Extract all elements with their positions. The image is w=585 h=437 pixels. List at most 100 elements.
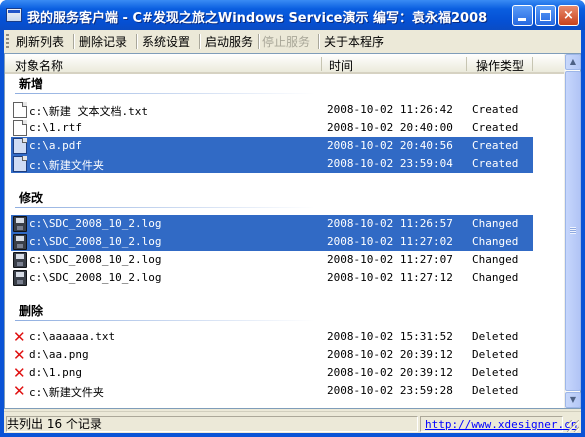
- list-body: 新增 c:\新建 文本文档.txt 2008-10-02 11:26:42 Cr…: [5, 74, 564, 408]
- item-time: 2008-10-02 23:59:28: [327, 384, 453, 397]
- item-name: c:\aaaaaa.txt: [29, 330, 116, 343]
- list-item[interactable]: ✕ d:\aa.png 2008-10-02 20:39:12 Deleted: [11, 346, 533, 364]
- item-name: c:\新建文件夹: [29, 159, 104, 172]
- list-header: 对象名称 时间 操作类型: [5, 54, 564, 74]
- client-area: 刷新列表 删除记录 系统设置 启动服务 停止服务 关于本程序 对象名称 时间 操…: [4, 30, 581, 433]
- system-settings-button[interactable]: 系统设置: [142, 34, 190, 50]
- floppy-disk-icon: [13, 234, 27, 250]
- item-type: Changed: [472, 235, 519, 248]
- list-item-selected[interactable]: c:\新建文件夹 2008-10-02 23:59:04 Created: [11, 155, 533, 173]
- vertical-scrollbar[interactable]: ▲ ▼: [564, 54, 581, 408]
- item-time: 2008-10-02 11:27:12: [327, 271, 453, 284]
- item-name: c:\1.rtf: [29, 121, 82, 134]
- group-divider: [15, 320, 315, 321]
- column-header-time[interactable]: 时间: [329, 57, 353, 74]
- column-divider[interactable]: [321, 57, 322, 71]
- record-list-view[interactable]: 对象名称 时间 操作类型 新增 c:\新建 文本文档.txt 2008-10-0…: [4, 53, 581, 409]
- floppy-disk-icon: [13, 252, 27, 268]
- list-item[interactable]: c:\SDC_2008_10_2.log 2008-10-02 11:27:12…: [11, 269, 533, 287]
- scroll-up-button[interactable]: ▲: [565, 54, 581, 70]
- refresh-list-button[interactable]: 刷新列表: [16, 34, 64, 50]
- column-divider[interactable]: [532, 57, 533, 71]
- item-type: Deleted: [472, 384, 519, 397]
- minimize-button[interactable]: [512, 5, 533, 26]
- column-divider[interactable]: [466, 57, 467, 71]
- item-time: 2008-10-02 20:39:12: [327, 366, 453, 379]
- document-icon: [13, 120, 27, 136]
- maximize-icon: [540, 10, 551, 21]
- document-icon: [13, 138, 27, 154]
- scroll-down-button[interactable]: ▼: [565, 392, 581, 408]
- scroll-thumb[interactable]: [565, 71, 581, 391]
- list-item[interactable]: c:\1.rtf 2008-10-02 20:40:00 Created: [11, 119, 533, 137]
- toolbar-separator: [318, 34, 320, 49]
- item-name: c:\SDC_2008_10_2.log: [29, 271, 162, 284]
- record-count-status: 共列出 16 个记录: [6, 416, 418, 432]
- item-name: c:\新建 文本文档.txt: [29, 105, 148, 118]
- window-title: 我的服务客户端 - C#发现之旅之Windows Service演示 编写：袁永…: [27, 11, 488, 26]
- delete-x-icon: ✕: [13, 328, 26, 346]
- toolbar-separator: [136, 34, 138, 49]
- status-bar: 共列出 16 个记录 http://www.xdesigner.cn: [4, 411, 581, 433]
- group-divider: [15, 207, 315, 208]
- list-item[interactable]: ✕ d:\1.png 2008-10-02 20:39:12 Deleted: [11, 364, 533, 382]
- group-header-changed[interactable]: 修改: [19, 189, 43, 206]
- item-time: 2008-10-02 20:39:12: [327, 348, 453, 361]
- app-window-icon[interactable]: [6, 8, 22, 22]
- item-type: Deleted: [472, 330, 519, 343]
- item-name: c:\SDC_2008_10_2.log: [29, 235, 162, 248]
- item-name: c:\SDC_2008_10_2.log: [29, 253, 162, 266]
- floppy-disk-icon: [13, 216, 27, 232]
- group-header-created[interactable]: 新增: [19, 75, 43, 92]
- item-type: Created: [472, 139, 519, 152]
- item-time: 2008-10-02 11:27:07: [327, 253, 453, 266]
- list-item[interactable]: c:\新建 文本文档.txt 2008-10-02 11:26:42 Creat…: [11, 101, 533, 119]
- item-type: Created: [472, 157, 519, 170]
- resize-grip[interactable]: [567, 420, 579, 432]
- toolbar-separator: [73, 34, 75, 49]
- item-type: Created: [472, 121, 519, 134]
- status-link-panel: http://www.xdesigner.cn: [420, 416, 577, 432]
- title-bar[interactable]: 我的服务客户端 - C#发现之旅之Windows Service演示 编写：袁永…: [0, 0, 585, 30]
- item-type: Changed: [472, 217, 519, 230]
- toolbar-separator: [199, 34, 201, 49]
- close-icon: ×: [563, 8, 574, 23]
- delete-records-button[interactable]: 删除记录: [79, 34, 127, 50]
- app-window: 我的服务客户端 - C#发现之旅之Windows Service演示 编写：袁永…: [0, 0, 585, 437]
- item-name: c:\新建文件夹: [29, 386, 104, 399]
- column-header-name[interactable]: 对象名称: [15, 57, 63, 74]
- item-time: 2008-10-02 20:40:00: [327, 121, 453, 134]
- toolbar-separator: [258, 34, 260, 49]
- toolbar-grip[interactable]: [6, 34, 9, 49]
- item-name: d:\aa.png: [29, 348, 89, 361]
- about-button[interactable]: 关于本程序: [324, 34, 384, 50]
- delete-x-icon: ✕: [13, 364, 26, 382]
- close-button[interactable]: ×: [558, 5, 579, 26]
- item-time: 2008-10-02 11:26:57: [327, 217, 453, 230]
- column-header-type[interactable]: 操作类型: [476, 57, 524, 74]
- item-type: Changed: [472, 253, 519, 266]
- list-item-selected[interactable]: c:\a.pdf 2008-10-02 20:40:56 Created: [11, 137, 533, 155]
- item-time: 2008-10-02 15:31:52: [327, 330, 453, 343]
- document-icon: [13, 102, 27, 118]
- item-name: d:\1.png: [29, 366, 82, 379]
- website-link[interactable]: http://www.xdesigner.cn: [425, 417, 577, 432]
- stop-service-button[interactable]: 停止服务: [262, 34, 310, 50]
- item-type: Created: [472, 103, 519, 116]
- document-icon: [13, 156, 27, 172]
- item-name: c:\a.pdf: [29, 139, 82, 152]
- delete-x-icon: ✕: [13, 382, 26, 400]
- list-item[interactable]: ✕ c:\新建文件夹 2008-10-02 23:59:28 Deleted: [11, 382, 533, 400]
- list-item-selected[interactable]: c:\SDC_2008_10_2.log 2008-10-02 11:27:02…: [11, 233, 533, 251]
- start-service-button[interactable]: 启动服务: [205, 34, 253, 50]
- list-item-selected[interactable]: c:\SDC_2008_10_2.log 2008-10-02 11:26:57…: [11, 215, 533, 233]
- list-item[interactable]: ✕ c:\aaaaaa.txt 2008-10-02 15:31:52 Dele…: [11, 328, 533, 346]
- group-divider: [15, 93, 315, 94]
- item-type: Changed: [472, 271, 519, 284]
- maximize-button[interactable]: [535, 5, 556, 26]
- toolbar: 刷新列表 删除记录 系统设置 启动服务 停止服务 关于本程序: [4, 30, 581, 53]
- list-item[interactable]: c:\SDC_2008_10_2.log 2008-10-02 11:27:07…: [11, 251, 533, 269]
- floppy-disk-icon: [13, 270, 27, 286]
- group-header-deleted[interactable]: 删除: [19, 302, 43, 319]
- item-time: 2008-10-02 23:59:04: [327, 157, 453, 170]
